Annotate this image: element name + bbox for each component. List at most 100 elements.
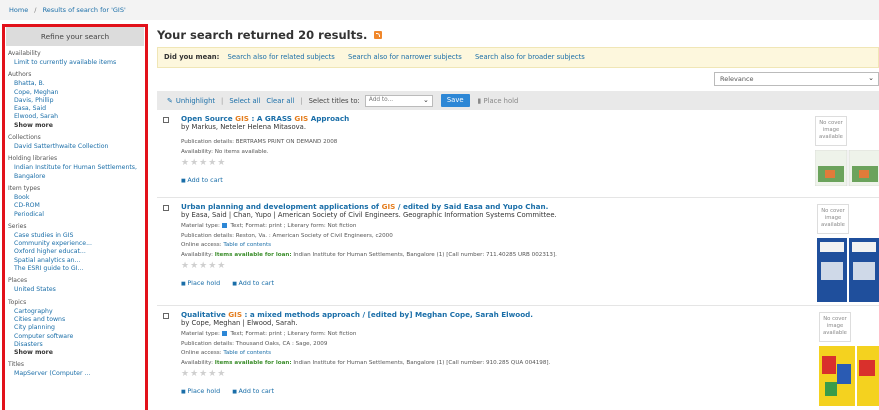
rating-stars[interactable]: ★★★★★	[181, 261, 801, 272]
result-checkbox[interactable]	[163, 117, 169, 123]
breadcrumb-home-link[interactable]: Home	[9, 6, 28, 14]
facet-link[interactable]: Book	[5, 194, 145, 202]
facet-link[interactable]: Indian Institute for Human Settlements,	[5, 164, 145, 172]
result-author: by Easa, Said | Chan, Yupo | American So…	[181, 211, 557, 219]
publication-details: Publication details: BERTRAMS PRINT ON D…	[181, 139, 338, 145]
title-highlight: GIS	[235, 114, 249, 123]
add-to-cart-link[interactable]: Add to cart	[232, 387, 274, 395]
main-content: Your search returned 20 results. Did you…	[157, 22, 879, 410]
no-cover-placeholder: No cover image available	[817, 204, 849, 234]
title-text: Qualitative	[181, 310, 229, 319]
show-more-link[interactable]: Show more	[5, 349, 145, 357]
add-to-cart-link[interactable]: Add to cart	[181, 176, 223, 184]
availability-status: Items available for loan:	[214, 251, 292, 258]
show-more-link[interactable]: Show more	[5, 122, 145, 130]
facet-link[interactable]: Periodical	[5, 211, 145, 219]
save-button[interactable]: Save	[440, 94, 470, 107]
facet-link[interactable]: Computer software	[5, 333, 145, 341]
facet-link[interactable]: Easa, Said	[5, 105, 145, 113]
facet-link[interactable]: Cartography	[5, 308, 145, 316]
facet-heading: Collections	[8, 134, 41, 142]
availability: Availability: Items available for loan: …	[181, 251, 801, 261]
facet-heading: Topics	[8, 298, 27, 306]
add-to-select[interactable]: Add to... ⌄	[364, 94, 433, 107]
facet-link[interactable]: Oxford higher educat...	[5, 248, 145, 256]
breadcrumb-current[interactable]: Results of search for 'GIS'	[43, 6, 126, 14]
did-you-mean-bar: Did you mean: Search also for related su…	[157, 47, 879, 68]
book-cover-image[interactable]	[819, 346, 879, 406]
online-access-label: Online access:	[181, 350, 224, 356]
facet-link[interactable]: Elwood, Sarah	[5, 113, 145, 121]
result-actions: Place hold Add to cart	[181, 386, 801, 397]
related-subjects-link[interactable]: Search also for related subjects	[228, 53, 335, 61]
facet-link[interactable]: David Satterthwaite Collection	[5, 143, 145, 151]
select-all-link[interactable]: Select all	[229, 97, 260, 105]
facet-items: United States	[5, 286, 145, 294]
facet-link[interactable]: Bhatta, B.	[5, 80, 145, 88]
place-hold-toolbar-button[interactable]: ▮ Place hold	[478, 97, 519, 105]
facet-link[interactable]: Cope, Meghan	[5, 89, 145, 97]
sort-selected-value: Relevance	[720, 75, 754, 83]
facet-link[interactable]: Case studies in GIS	[5, 232, 145, 240]
facet-link[interactable]: United States	[5, 286, 145, 294]
chevron-down-icon: ⌄	[422, 95, 429, 104]
rating-stars[interactable]: ★★★★★	[181, 158, 801, 169]
result-body: Qualitative GIS : a mixed methods approa…	[181, 310, 801, 397]
no-cover-placeholder: No cover image available	[819, 312, 851, 342]
refine-sidebar: Refine your search Availability Limit to …	[2, 24, 148, 410]
place-hold-label: Place hold	[483, 96, 519, 105]
add-to-cart-link[interactable]: Add to cart	[232, 279, 274, 287]
facet-items: Book CD-ROM Periodical	[5, 194, 145, 219]
facet-link[interactable]: Community experience...	[5, 240, 145, 248]
rating-stars[interactable]: ★★★★★	[181, 369, 801, 380]
facet-link[interactable]: The ESRI guide to GI...	[5, 265, 145, 273]
availability-location: Indian Institute for Human Settlements, …	[291, 251, 557, 258]
narrower-subjects-link[interactable]: Search also for narrower subjects	[348, 53, 462, 61]
material-type: Material type: Text; Format: print ; Lit…	[181, 330, 801, 340]
facet-heading: Series	[8, 222, 27, 230]
facet-link[interactable]: Davis, Phillip	[5, 97, 145, 105]
facet-items: Bhatta, B. Cope, Meghan Davis, Phillip Easa…	[5, 80, 145, 130]
facet-link[interactable]: Limit to currently available items	[5, 59, 145, 67]
result-actions: Place hold Add to cart	[181, 278, 801, 289]
facet-link[interactable]: Disasters	[5, 341, 145, 349]
facet-link[interactable]: Cities and towns	[5, 316, 145, 324]
place-hold-link[interactable]: Place hold	[181, 387, 220, 395]
material-type-label: Material type:	[181, 331, 220, 337]
unhighlight-button[interactable]: Unhighlight	[176, 97, 215, 105]
table-of-contents-link[interactable]: Table of contents	[223, 242, 271, 248]
result-author: by Cope, Meghan | Elwood, Sarah.	[181, 319, 298, 327]
book-cover-image[interactable]	[817, 238, 879, 302]
result-body: Urban planning and development applicati…	[181, 202, 801, 289]
result-divider	[157, 197, 879, 198]
facet-link[interactable]: CD-ROM	[5, 202, 145, 210]
facet-heading: Places	[8, 277, 28, 285]
add-to-value: Add to...	[368, 96, 394, 103]
results-count-text: Your search returned 20 results.	[157, 28, 368, 42]
result-checkbox[interactable]	[163, 205, 169, 211]
result-checkbox[interactable]	[163, 313, 169, 319]
table-of-contents-link[interactable]: Table of contents	[223, 350, 271, 356]
sort-select[interactable]: Relevance ⌄	[714, 72, 879, 86]
availability-label: Availability:	[181, 359, 215, 366]
facet-link[interactable]: Bangalore	[5, 173, 145, 181]
facet-link[interactable]: Spatial analytics an...	[5, 257, 145, 265]
result-title-link[interactable]: Qualitative GIS : a mixed methods approa…	[181, 310, 801, 319]
facet-link[interactable]: MapServer (Computer ...	[5, 370, 145, 378]
publication-details: Publication details: Reston, Va. : Ameri…	[181, 232, 393, 239]
pencil-icon: ✎	[167, 96, 173, 105]
facet-items: Cartography Cities and towns City planning…	[5, 308, 145, 358]
result-row: Urban planning and development applicati…	[157, 202, 879, 302]
did-you-mean-label: Did you mean:	[164, 53, 220, 61]
facet-link[interactable]: City planning	[5, 324, 145, 332]
book-cover-image[interactable]	[815, 150, 879, 186]
broader-subjects-link[interactable]: Search also for broader subjects	[475, 53, 585, 61]
results-heading: Your search returned 20 results.	[157, 26, 879, 44]
result-title-link[interactable]: Open Source GIS : A GRASS GIS Approach	[181, 114, 801, 123]
clear-all-link[interactable]: Clear all	[266, 97, 294, 105]
title-highlight: GIS	[294, 114, 309, 123]
place-hold-link[interactable]: Place hold	[181, 279, 220, 287]
result-title-link[interactable]: Urban planning and development applicati…	[181, 202, 801, 211]
facet-heading: Item types	[8, 184, 41, 192]
rss-icon[interactable]	[374, 31, 383, 39]
